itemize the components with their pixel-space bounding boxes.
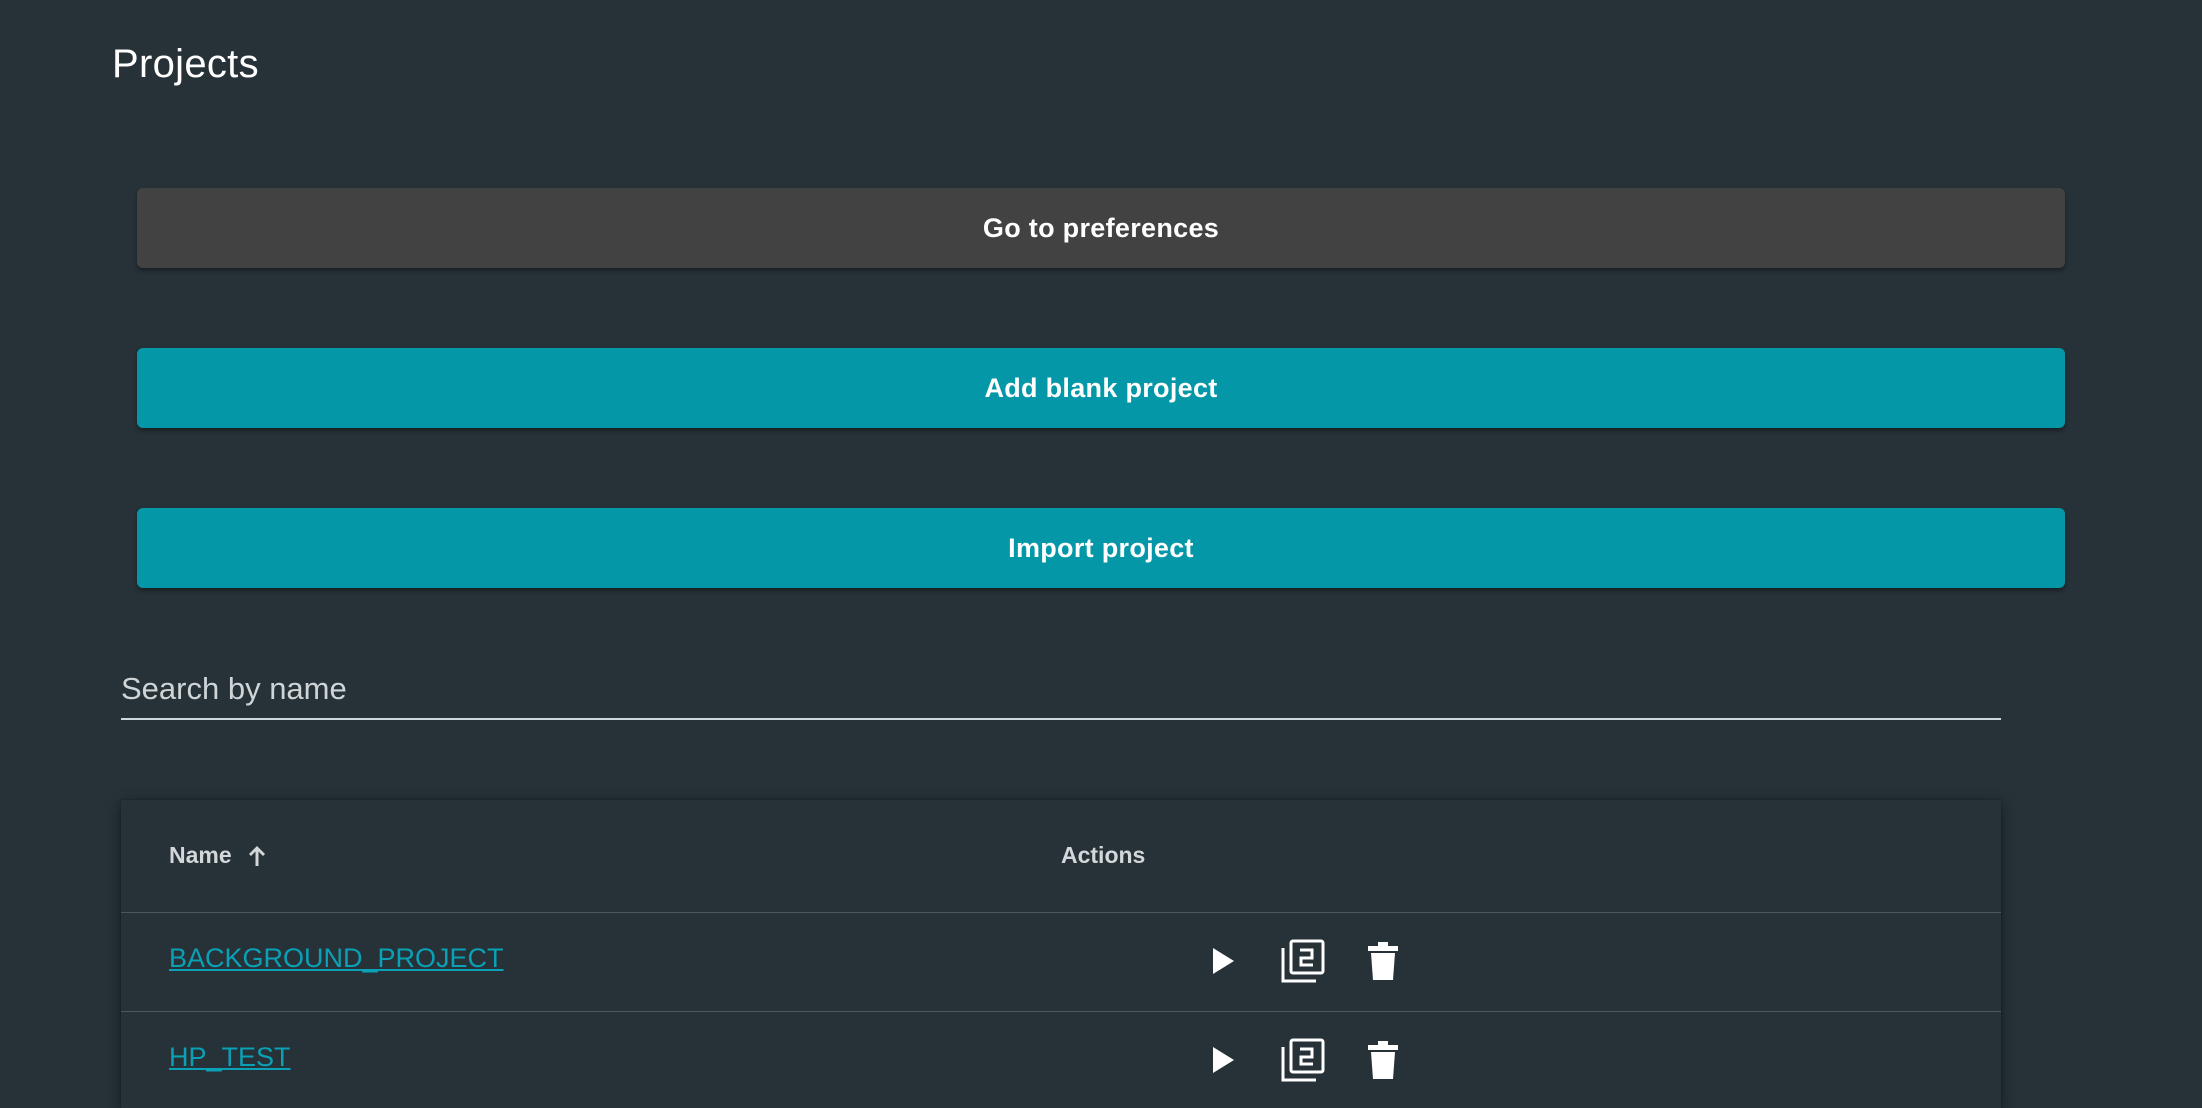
column-header-actions: Actions [1061, 842, 1146, 868]
project-link[interactable]: HP_TEST [169, 1042, 291, 1073]
row-actions [1199, 1036, 1439, 1084]
delete-icon[interactable] [1359, 937, 1407, 985]
row-actions [1199, 937, 1439, 985]
duplicate-icon[interactable] [1279, 937, 1327, 985]
column-header-name-label: Name [169, 842, 232, 868]
delete-icon[interactable] [1359, 1036, 1407, 1084]
play-icon[interactable] [1199, 937, 1247, 985]
go-to-preferences-button[interactable]: Go to preferences [137, 188, 2065, 268]
play-icon[interactable] [1199, 1036, 1247, 1084]
duplicate-icon[interactable] [1279, 1036, 1327, 1084]
projects-table: Name Actions BACKGROUND_PROJECT HP_TEST [121, 800, 2001, 1108]
table-row: HP_TEST [121, 1012, 2001, 1108]
table-header: Name Actions [121, 800, 2001, 913]
projects-page: Projects Go to preferences Add blank pro… [0, 0, 2202, 1108]
search-input[interactable] [121, 660, 2001, 718]
page-title: Projects [112, 42, 259, 86]
project-link[interactable]: BACKGROUND_PROJECT [169, 943, 504, 974]
add-blank-project-button[interactable]: Add blank project [137, 348, 2065, 428]
column-header-name[interactable]: Name [169, 842, 268, 869]
import-project-button[interactable]: Import project [137, 508, 2065, 588]
arrow-up-icon[interactable] [246, 844, 268, 868]
table-row: BACKGROUND_PROJECT [121, 913, 2001, 1012]
search-field [121, 660, 2001, 720]
